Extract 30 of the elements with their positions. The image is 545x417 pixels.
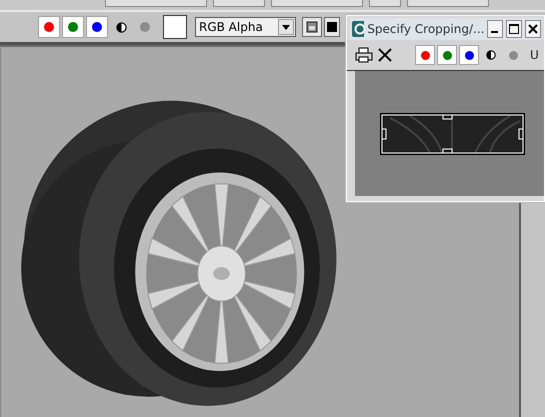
- cropped-tread-drawing[interactable]: [380, 112, 525, 154]
- text-field[interactable]: [407, 0, 489, 7]
- app-logo-icon: [352, 21, 364, 37]
- minimize-button[interactable]: [487, 20, 504, 38]
- toolbar-label: U: [530, 48, 539, 62]
- text-field[interactable]: [213, 0, 265, 7]
- channel-toggle[interactable]: [38, 16, 60, 38]
- channel-dropdown[interactable]: RGB Alpha: [195, 17, 296, 37]
- close-icon: [528, 24, 538, 34]
- window-title: Specify Cropping/...: [367, 22, 484, 36]
- contrast-icon: [116, 22, 126, 32]
- channel-toggle[interactable]: [459, 45, 479, 65]
- channel-toggle[interactable]: [62, 16, 84, 38]
- text-field[interactable]: [369, 0, 401, 7]
- printer-icon[interactable]: [355, 47, 373, 63]
- text-field[interactable]: [271, 0, 363, 7]
- channel-toggle[interactable]: [86, 16, 108, 38]
- dropdown-value: RGB Alpha: [199, 20, 263, 34]
- channel-toggle[interactable]: [437, 45, 457, 65]
- text-field[interactable]: [105, 0, 207, 7]
- window-icon: [306, 21, 318, 33]
- close-button[interactable]: [525, 20, 541, 38]
- color-swatch[interactable]: [163, 15, 187, 39]
- filled-square-button[interactable]: [324, 17, 340, 37]
- maximize-icon: [509, 24, 520, 34]
- maximize-button[interactable]: [506, 20, 522, 38]
- window-button[interactable]: [302, 17, 322, 37]
- channel-toggle[interactable]: [415, 45, 435, 65]
- close-icon[interactable]: [378, 48, 392, 62]
- contrast-icon: [486, 50, 496, 60]
